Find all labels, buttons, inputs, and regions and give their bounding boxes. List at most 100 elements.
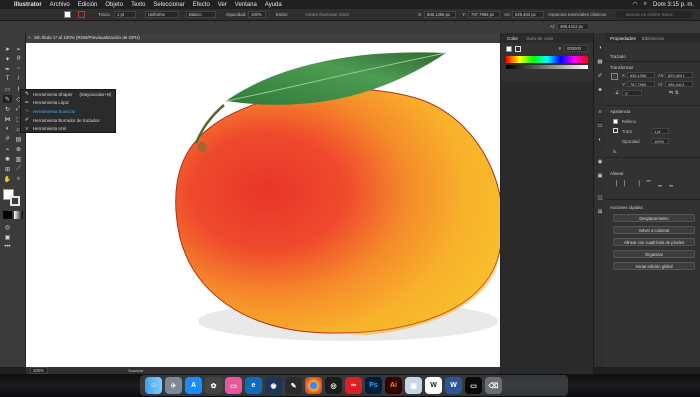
symbols-icon[interactable]: ♣ <box>596 87 604 95</box>
stroke-swatch[interactable] <box>78 11 85 18</box>
dock-cinema-icon[interactable]: ◎ <box>325 377 342 394</box>
search-icon[interactable]: ⌕ <box>644 1 647 8</box>
menu-texto[interactable]: Texto <box>131 2 145 8</box>
prop-y-field[interactable]: 767,7965 <box>627 81 655 87</box>
shaper-tool-icon[interactable]: ✎ <box>3 95 12 103</box>
fx-button[interactable]: fx. <box>613 149 617 154</box>
lasso-icon[interactable]: ϑ <box>14 55 23 63</box>
artboard-tool-icon[interactable]: ⊞ <box>3 165 12 173</box>
direct-selection-tool-icon[interactable]: ➢ <box>14 45 23 53</box>
menu-archivo[interactable]: Archivo <box>50 2 70 8</box>
trazo-swatch[interactable] <box>613 128 618 133</box>
document-tab[interactable]: × Sin título-1* al 100% (RGB/Previsualiz… <box>26 33 500 43</box>
panel-stroke-swatch[interactable] <box>515 45 521 52</box>
flyout-item-smooth[interactable]: ∿ Herramienta Suavizar <box>21 107 115 116</box>
graphic-styles-icon[interactable]: ▣ <box>596 173 604 181</box>
flyout-item-join[interactable]: ⋎ Herramienta Unir <box>21 124 115 133</box>
align-buttons-icon[interactable]: ▕ ▏ ▕ ▔ ▁ ▁ <box>613 181 676 187</box>
coord-y-field[interactable]: 767,7965 px <box>468 11 500 18</box>
dock-photos-icon[interactable]: ✿ <box>205 377 222 394</box>
prop-an-field[interactable]: 629,404 t <box>665 72 693 78</box>
opacidad-field[interactable]: 100% <box>248 11 266 18</box>
desplazamiento-button[interactable]: Desplazamiento <box>613 214 695 222</box>
tab-properties[interactable]: Propiedades <box>610 36 636 41</box>
gradient-tool-icon[interactable]: ▤ <box>14 135 23 143</box>
dock-edge-icon[interactable]: e <box>245 377 262 394</box>
stock-search[interactable]: Buscar en Adobe Stock <box>616 11 692 18</box>
dock-illustrator-icon[interactable]: Ai <box>385 377 402 394</box>
coord-an-field[interactable]: 629,404 px <box>512 11 544 18</box>
hex-field[interactable]: 000000 <box>564 45 588 52</box>
uniforme-select[interactable]: Uniforme <box>145 11 179 18</box>
stroke-panel-icon[interactable]: ≡ <box>596 109 604 117</box>
coord-x-field[interactable]: 636,1356 px <box>424 11 456 18</box>
opacidad-field[interactable]: 100% <box>651 138 669 144</box>
app-menu[interactable]: Illustrator <box>14 2 42 8</box>
trazo-field[interactable]: 1 pt <box>114 11 136 18</box>
swatches-icon[interactable]: ▦ <box>596 59 604 67</box>
wifi-icon[interactable]: ◠ <box>632 1 637 8</box>
transparency-icon[interactable]: ◐ <box>596 137 604 145</box>
width-tool-icon[interactable]: ⋈ <box>3 115 12 123</box>
basico-select[interactable]: Básico <box>186 11 216 18</box>
screen-mode-icon[interactable]: ▣ <box>3 233 12 241</box>
brushes-icon[interactable]: ✐ <box>596 73 604 81</box>
selection-tool-icon[interactable]: ➤ <box>3 45 12 53</box>
dock-wikipedia-icon[interactable]: W <box>425 377 442 394</box>
menu-ver[interactable]: Ver <box>218 2 227 8</box>
prop-al-field[interactable]: 498,4413 <box>665 81 693 87</box>
more-tools-icon[interactable]: ••• <box>3 243 12 251</box>
dock-photoshop-icon[interactable]: Ps <box>365 377 382 394</box>
magic-wand-icon[interactable]: ✦ <box>3 55 12 63</box>
dock-app-icon[interactable]: ✎ <box>285 377 302 394</box>
dock-preview-icon[interactable]: ▣ <box>405 377 422 394</box>
menu-ayuda[interactable]: Ayuda <box>265 2 282 8</box>
curvature-tool-icon[interactable]: ~ <box>14 65 23 73</box>
graph-tool-icon[interactable]: ▥ <box>14 155 23 163</box>
symbol-sprayer-icon[interactable]: ✺ <box>3 155 12 163</box>
color-spectrum[interactable] <box>506 56 588 63</box>
zoom-field[interactable]: 100% <box>30 367 48 374</box>
pen-tool-icon[interactable]: ✒ <box>3 65 12 73</box>
tab-libraries[interactable]: Bibliotecas <box>642 36 664 41</box>
flyout-item-path-eraser[interactable]: ✐ Herramienta Borrador de trazados <box>21 116 115 125</box>
gradient-panel-icon[interactable]: ▭ <box>596 123 604 131</box>
edicion-global-button[interactable]: Iniciar edición global <box>613 262 695 270</box>
blend-tool-icon[interactable]: ⊗ <box>14 145 23 153</box>
dock-appstore-icon[interactable]: A <box>185 377 202 394</box>
draw-mode-icon[interactable]: ◎ <box>3 223 12 231</box>
coord-al-field[interactable]: 498,4413 px <box>557 23 589 30</box>
alinear-pixeles-button[interactable]: Alinear con cuadrícula de píxeles <box>613 238 695 246</box>
close-tab-icon[interactable]: × <box>28 33 31 43</box>
prop-angle-field[interactable]: 0° <box>622 90 642 96</box>
stroke-color-icon[interactable] <box>10 196 20 206</box>
menu-edicion[interactable]: Edición <box>78 2 98 8</box>
appearance-icon[interactable]: ◉ <box>596 159 604 167</box>
rectangle-tool-icon[interactable]: ▭ <box>3 85 12 93</box>
type-tool-icon[interactable]: T <box>3 75 12 83</box>
dock-finder-icon[interactable]: ☺ <box>145 377 162 394</box>
clock[interactable]: Dom 3:15 p. m. <box>653 2 694 8</box>
dock-creative-cloud-icon[interactable]: ∞ <box>345 377 362 394</box>
line-tool-icon[interactable]: / <box>14 75 23 83</box>
dock-word-icon[interactable]: W <box>445 377 462 394</box>
grayscale-ramp[interactable] <box>506 65 588 69</box>
dock-screen-icon[interactable]: ▭ <box>225 377 242 394</box>
color-panel-icon[interactable]: ◑ <box>596 45 604 53</box>
relleno-swatch[interactable] <box>613 119 618 124</box>
flyout-item-pencil[interactable]: ✏ Herramienta Lápiz <box>21 99 115 108</box>
color-mode-icon[interactable] <box>3 211 12 219</box>
tab-color[interactable]: Color <box>507 36 518 41</box>
zoom-tool-icon[interactable]: ⌕ <box>14 175 23 183</box>
flip-icons[interactable]: ⇋ ⇅ <box>669 90 679 96</box>
organizar-button[interactable]: Organizar <box>613 250 695 258</box>
flyout-item-shaper[interactable]: ✎ Herramienta Shaper (Mayúsculas+N) <box>21 90 115 99</box>
prop-x-field[interactable]: 636,1356 <box>627 72 655 78</box>
eyedropper-icon[interactable]: ⌁ <box>3 145 12 153</box>
menu-objeto[interactable]: Objeto <box>105 2 123 8</box>
dock-trash-icon[interactable]: ⌫ <box>485 377 502 394</box>
shape-builder-icon[interactable]: ◐ <box>3 125 12 133</box>
dock-launchpad-icon[interactable]: ✈ <box>165 377 182 394</box>
workspace-switcher[interactable]: Aspectos esenciales clásicos <box>548 12 606 17</box>
layers-icon[interactable]: ◫ <box>596 195 604 203</box>
